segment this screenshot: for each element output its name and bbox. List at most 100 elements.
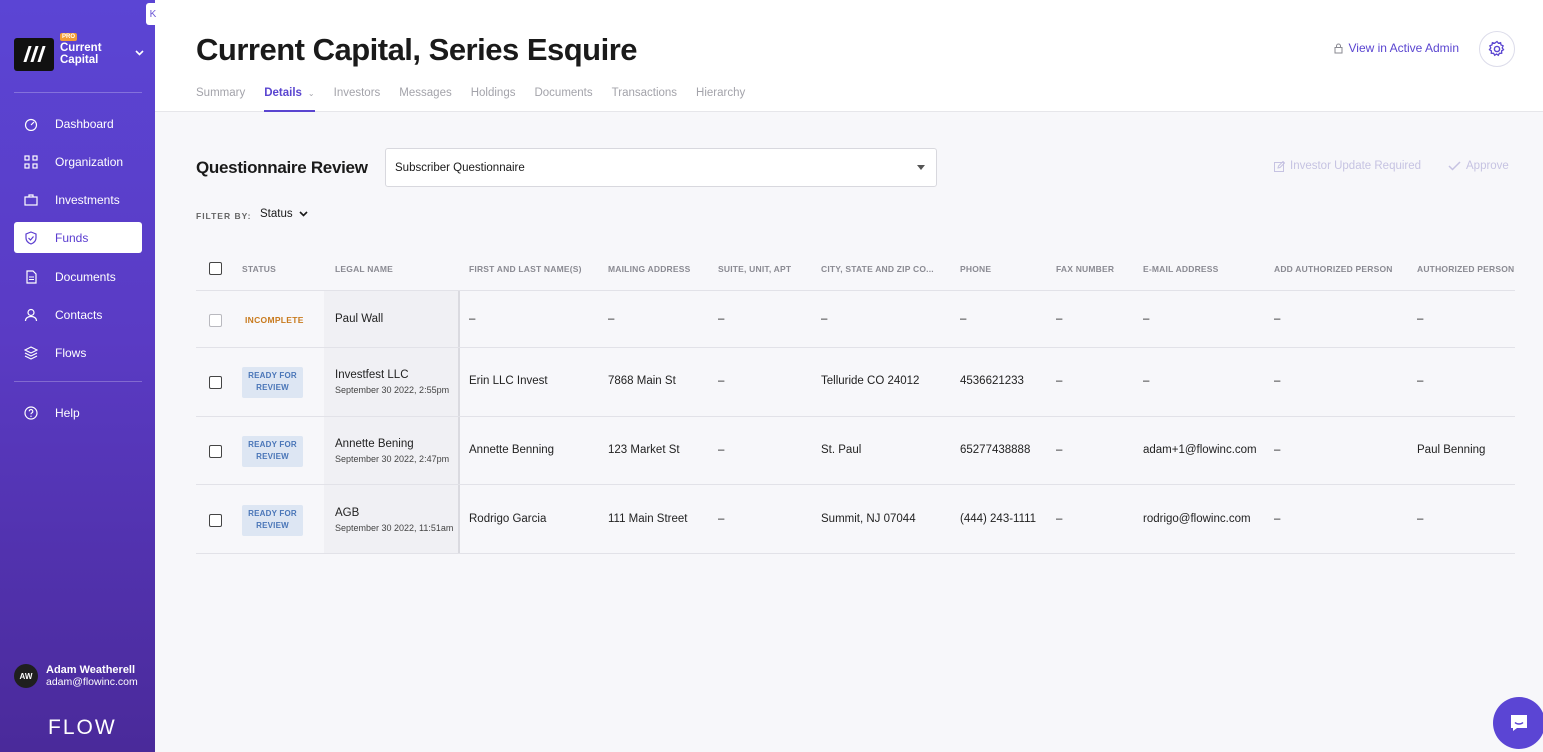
column-header: AUTHORIZED PERSON N: [1417, 264, 1515, 274]
tab-holdings[interactable]: Holdings: [471, 87, 516, 112]
chat-button[interactable]: [1493, 697, 1543, 749]
tab-documents[interactable]: Documents: [534, 87, 592, 112]
cell-address: –: [608, 313, 615, 325]
column-header: FAX NUMBER: [1056, 264, 1115, 274]
submitted-date: September 30 2022, 11:51am: [335, 523, 454, 533]
sidebar-item-flows[interactable]: Flows: [14, 337, 142, 368]
status-badge: INCOMPLETE: [245, 315, 304, 325]
settings-button[interactable]: [1479, 31, 1515, 67]
cell-city: Summit, NJ 07044: [821, 513, 916, 525]
cell-phone: 65277438888: [960, 444, 1031, 456]
submitted-date: September 30 2022, 2:47pm: [335, 454, 450, 464]
table-row[interactable]: READY FOR REVIEW AGB September 30 2022, …: [196, 485, 1515, 554]
chevron-down-icon: ⌄: [307, 89, 315, 98]
org-name: Current Capital: [60, 42, 102, 66]
cell-add-auth: –: [1274, 513, 1281, 525]
cell-suite: –: [718, 513, 725, 525]
cell-name: Rodrigo Garcia: [469, 513, 547, 525]
table-row[interactable]: READY FOR REVIEW Investfest LLC Septembe…: [196, 348, 1515, 417]
tab-investors[interactable]: Investors: [334, 87, 381, 112]
filter-label: FILTER BY:: [196, 211, 252, 221]
cell-add-auth: –: [1274, 444, 1281, 456]
column-header: FIRST AND LAST NAME(S): [469, 264, 582, 274]
cell-address: 111 Main Street: [608, 513, 688, 525]
document-icon: [24, 269, 38, 284]
collapse-sidebar-button[interactable]: K: [146, 3, 160, 25]
section-title: Questionnaire Review: [196, 158, 368, 177]
cell-address: 7868 Main St: [608, 375, 676, 387]
row-checkbox[interactable]: [209, 314, 222, 327]
cell-name: Annette Benning: [469, 444, 555, 456]
table-row[interactable]: READY FOR REVIEW Annette Bening Septembe…: [196, 417, 1515, 485]
sidebar-divider: [14, 381, 142, 382]
select-all-checkbox[interactable]: [209, 262, 222, 275]
sidebar-item-contacts[interactable]: Contacts: [14, 299, 142, 330]
org-switcher[interactable]: PRO Current Capital: [14, 33, 144, 72]
user-profile[interactable]: AW Adam Weatherell adam@flowinc.com: [14, 664, 138, 688]
column-header: E-MAIL ADDRESS: [1143, 264, 1219, 274]
lock-icon: [1334, 43, 1343, 53]
cell-phone: –: [960, 313, 967, 325]
cell-auth-name: Paul Benning: [1417, 444, 1486, 456]
questionnaire-select[interactable]: Subscriber Questionnaire: [385, 148, 937, 187]
sidebar-item-help[interactable]: Help: [14, 397, 142, 428]
legal-name[interactable]: Investfest LLC: [335, 369, 409, 381]
briefcase-icon: [24, 193, 38, 207]
sidebar-item-investments[interactable]: Investments: [14, 184, 142, 215]
chat-icon: [1511, 715, 1527, 731]
row-checkbox[interactable]: [209, 376, 222, 389]
cell-suite: –: [718, 313, 725, 325]
cell-add-auth: –: [1274, 313, 1281, 325]
row-checkbox[interactable]: [209, 445, 222, 458]
legal-name[interactable]: Annette Bening: [335, 438, 414, 450]
status-filter[interactable]: Status: [260, 208, 308, 220]
column-header: PHONE: [960, 264, 992, 274]
flow-logo: FLOW: [48, 716, 117, 739]
tab-details[interactable]: Details ⌄: [264, 87, 316, 112]
edit-icon: [1274, 160, 1285, 172]
cell-auth-name: –: [1417, 513, 1424, 525]
tab-transactions[interactable]: Transactions: [612, 87, 677, 112]
admin-link-label: View in Active Admin: [1348, 41, 1459, 55]
sidebar-item-label: Organization: [55, 154, 124, 169]
table-header: STATUS LEGAL NAME FIRST AND LAST NAME(S)…: [196, 249, 1515, 291]
layers-icon: [24, 345, 38, 360]
cell-email: –: [1143, 313, 1150, 325]
column-header: ADD AUTHORIZED PERSON: [1274, 264, 1393, 274]
cell-address: 123 Market St: [608, 444, 680, 456]
investor-update-label: Investor Update Required: [1290, 160, 1422, 172]
legal-name[interactable]: Paul Wall: [335, 313, 383, 325]
sidebar-item-label: Contacts: [55, 307, 103, 322]
view-in-admin-link[interactable]: View in Active Admin: [1334, 41, 1459, 55]
approve-button[interactable]: Approve: [1448, 160, 1509, 172]
sidebar-item-label: Documents: [55, 269, 116, 284]
check-icon: [1448, 161, 1461, 171]
sidebar-item-organization[interactable]: Organization: [14, 146, 142, 177]
legal-name[interactable]: AGB: [335, 507, 359, 519]
chevron-down-icon: [299, 209, 308, 219]
investor-update-required-button[interactable]: Investor Update Required: [1274, 160, 1421, 172]
sidebar-item-documents[interactable]: Documents: [14, 261, 142, 292]
tab-summary[interactable]: Summary: [196, 87, 245, 112]
sidebar-item-funds[interactable]: Funds: [14, 222, 142, 253]
caret-down-icon: [917, 165, 925, 170]
cell-name: –: [469, 313, 476, 325]
table-row[interactable]: INCOMPLETE Paul Wall – – – – – – – – –: [196, 291, 1515, 348]
help-icon: [24, 405, 38, 420]
tab-bar: Summary Details ⌄ Investors Messages Hold…: [196, 87, 764, 112]
cell-phone: 4536621233: [960, 375, 1024, 387]
org-logo: [14, 37, 54, 71]
sidebar: PRO Current Capital Dashboard Organizati…: [0, 0, 155, 752]
sidebar-item-label: Funds: [55, 230, 89, 245]
row-checkbox[interactable]: [209, 514, 222, 527]
tab-hierarchy[interactable]: Hierarchy: [696, 87, 745, 112]
tab-messages[interactable]: Messages: [399, 87, 451, 112]
sidebar-item-dashboard[interactable]: Dashboard: [14, 108, 142, 139]
status-filter-value: Status: [260, 208, 293, 220]
chevron-down-icon: [135, 48, 144, 59]
sidebar-item-label: Investments: [55, 192, 120, 207]
approve-label: Approve: [1466, 160, 1509, 172]
cell-city: –: [821, 313, 828, 325]
gear-icon: [1488, 40, 1505, 57]
cell-suite: –: [718, 375, 725, 387]
